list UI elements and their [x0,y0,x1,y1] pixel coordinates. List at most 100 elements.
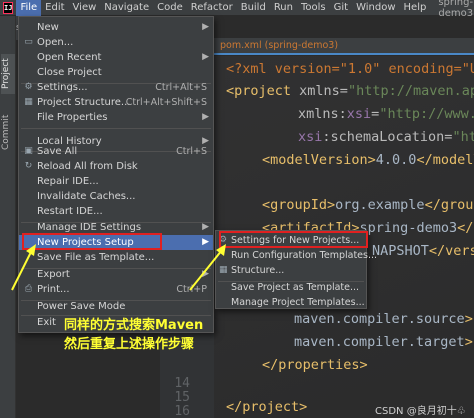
xml-tag: > [464,334,473,350]
menu-view[interactable]: View [69,0,101,16]
menu-item-label: New [37,22,59,33]
menu-edit[interactable]: Edit [41,0,68,16]
xml-tag: <modelVersion> [262,152,376,168]
xml-tag: </modelV [416,152,474,168]
editor-tab-bar: pom.xml (spring-demo3) [214,38,474,55]
callout-line: 同样的方式搜索Maven [64,318,204,333]
annotation-callout: 同样的方式搜索Maven 然后重复上述操作步骤 [64,316,214,354]
project-structure-icon: ▦ [24,97,33,107]
project-tool-tab[interactable]: Project [1,54,15,94]
submenu-arrow-icon: ▶ [202,112,209,122]
file-menu-save-all[interactable]: ▣ Save All Ctrl+S [19,144,213,159]
xml-attr: xmlns: [298,106,347,122]
file-menu-export[interactable]: Export ▶ [19,267,213,282]
menu-tools[interactable]: Tools [297,0,330,16]
menu-item-label: Manage Project Templates... [231,297,365,308]
xml-string: "http://maven.ap [347,83,474,99]
menu-item-label: Settings... [37,82,88,93]
menu-item-label: Exit [37,317,56,328]
code-line-properties-close: </properties> [262,357,368,373]
menu-navigate[interactable]: Navigate [100,0,153,16]
submenu-manage-project-templates[interactable]: Manage Project Templates... [216,295,366,310]
xml-text: 4.0.0 [375,152,417,168]
file-menu-save-file-as-template[interactable]: Save File as Template... [19,250,213,265]
submenu-arrow-icon: ▶ [202,237,209,247]
file-menu-open-recent[interactable]: Open Recent ▶ [19,50,213,65]
file-menu-new[interactable]: New ▶ [19,20,213,35]
submenu-structure[interactable]: ▦ Structure... [216,263,366,278]
xml-tag: </vers [428,243,474,259]
menu-item-label: Export [37,269,70,280]
file-menu-repair-ide[interactable]: Repair IDE... [19,174,213,189]
menu-window[interactable]: Window [352,0,399,16]
xml-text: maven.compiler.target [294,334,465,350]
folder-icon: ▭ [24,37,33,47]
csdn-watermark: CSDN @良月初十♧ [375,406,466,417]
code-line-compiler-target: maven.compiler.target> [294,333,473,351]
xml-text: maven.compiler.source [294,311,465,327]
xml-text: spring-demo3 [359,220,458,236]
code-line-version: NAPSHOT</vers [372,242,474,260]
submenu-arrow-icon: ▶ [202,269,209,279]
code-line-compiler-source: maven.compiler.source> [294,310,473,328]
file-menu-invalidate-caches[interactable]: Invalidate Caches... [19,189,213,204]
reload-icon: ↻ [24,161,33,171]
menu-help[interactable]: Help [400,0,431,16]
xml-tag: <groupId> [262,197,336,213]
code-line-group-id: <groupId>org.example</group [262,196,474,214]
save-icon: ▣ [24,146,33,156]
menu-refactor[interactable]: Refactor [187,0,237,16]
menu-separator [21,128,211,129]
file-menu-reload[interactable]: ↻ Reload All from Disk [19,159,213,174]
left-tool-stripe: Project Commit [0,16,16,418]
line-number: 14 [174,376,190,391]
menu-item-label: Power Save Mode [37,301,126,312]
menu-item-label: Restart IDE... [37,206,103,217]
commit-tool-tab[interactable]: Commit [1,112,15,152]
submenu-run-configuration-templates[interactable]: Run Configuration Templates... [216,248,377,263]
file-menu-power-save[interactable]: Power Save Mode [19,299,213,314]
submenu-save-project-as-template[interactable]: Save Project as Template... [216,280,366,295]
file-menu-project-structure[interactable]: ▦ Project Structure... Ctrl+Alt+Shift+S [19,95,213,110]
gear-icon: ⚙ [24,82,33,92]
file-menu-restart-ide[interactable]: Restart IDE... [19,204,213,219]
menu-code[interactable]: Code [153,0,187,16]
submenu-arrow-icon: ▶ [202,52,209,62]
highlight-box-settings-for-new-projects [219,231,368,248]
intellij-logo-icon: IJ [3,1,14,14]
menu-item-label: Open Recent [37,52,102,63]
xml-tag: </group [424,197,474,213]
menu-build[interactable]: Build [237,0,270,16]
project-structure-icon: ▦ [219,265,228,275]
xml-tag: </a [457,220,474,236]
editor-tab-pom[interactable]: pom.xml (spring-demo3) [220,40,338,51]
file-menu-close-project[interactable]: Close Project [19,65,213,80]
xml-tag: <project [226,83,292,99]
submenu-arrow-icon: ▶ [202,22,209,32]
file-menu-settings[interactable]: ⚙ Settings... Ctrl+Alt+S [19,80,213,95]
menu-item-label: Save All [37,146,78,157]
file-menu-print[interactable]: ⎙ Print... Ctrl+P [19,282,213,297]
menu-git[interactable]: Git [330,0,352,16]
menu-item-label: Run Configuration Templates... [231,250,378,261]
printer-icon: ⎙ [24,284,33,294]
menu-shortcut: Ctrl+Alt+Shift+S [125,97,207,108]
menu-item-label: Close Project [37,67,102,78]
file-menu-dropdown: New ▶ ▭ Open... Open Recent ▶ Close Proj… [18,16,214,333]
line-number: 16 [174,404,190,418]
menu-item-label: Open... [37,37,74,48]
callout-line: 然后重复上述操作步骤 [64,337,195,352]
menu-file[interactable]: File [16,0,42,16]
xml-tag: > [464,311,473,327]
submenu-arrow-icon: ▶ [202,222,209,232]
menu-item-label: Invalidate Caches... [37,191,136,202]
code-line-model-version: <modelVersion>4.0.0</modelV [262,151,474,169]
menu-run[interactable]: Run [270,0,297,16]
file-menu-open[interactable]: ▭ Open... [19,35,213,50]
xml-text: NAPSHOT [372,243,429,259]
menu-item-label: Structure... [231,265,285,276]
code-line-xml-decl: <?xml version="1.0" encoding="U [226,61,474,77]
file-menu-file-properties[interactable]: File Properties ▶ [19,110,213,125]
code-line-project-close: </project> [226,399,308,415]
menu-bar: IJ File Edit View Navigate Code Refactor… [0,0,474,19]
